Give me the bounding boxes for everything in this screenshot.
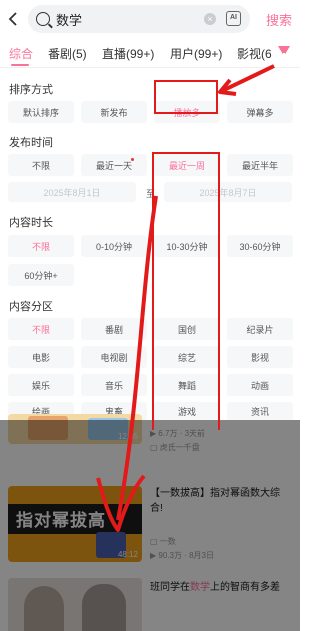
arrow-to-sort [223, 64, 275, 92]
annotation-arrows [96, 64, 275, 532]
arrow-to-result [116, 195, 158, 521]
